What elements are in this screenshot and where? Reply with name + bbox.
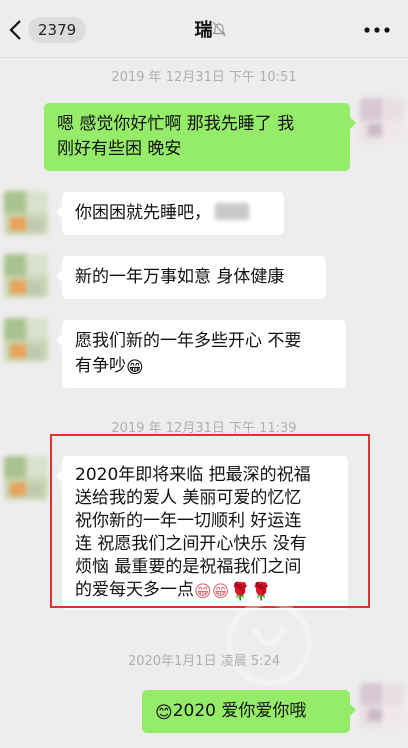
message-text: 2020 爱你爱你哦 — [172, 701, 307, 721]
avatar[interactable] — [4, 456, 48, 500]
bell-off-icon — [212, 21, 226, 37]
avatar[interactable] — [360, 98, 404, 142]
avatar[interactable] — [360, 683, 404, 727]
smile-emoji: 😊 — [155, 703, 173, 723]
message-text: 愿我们新的一年多些开心 不要 — [75, 331, 302, 351]
avatar[interactable] — [4, 254, 48, 298]
grin-emoji: 😁 — [126, 358, 144, 378]
more-horizontal-icon[interactable] — [364, 27, 390, 33]
message-text: 有争吵 — [75, 356, 126, 376]
message-timestamp: 2019 年 12月31日 下午 10:51 — [111, 70, 297, 85]
chat-header: 2379 瑞 — [0, 0, 408, 58]
message-text: 新的一年万事如意 身体健康 — [75, 267, 285, 287]
highlight-box — [50, 434, 370, 608]
message-timestamp: 2020年1月1日 凌晨 5:24 — [127, 654, 281, 669]
avatar[interactable] — [4, 191, 48, 235]
watermark-logo-icon — [226, 600, 312, 686]
message-text: 嗯 感觉你好忙啊 那我先睡了 我 — [57, 114, 295, 134]
message-bubble-incoming[interactable]: 你困困就先睡吧， — [56, 192, 284, 235]
message-bubble-incoming[interactable]: 新的一年万事如意 身体健康 — [56, 256, 326, 299]
message-bubble-outgoing[interactable]: 😊2020 爱你爱你哦 — [142, 690, 356, 733]
chat-title: 瑞 — [194, 20, 214, 41]
message-text: 你困困就先睡吧， — [75, 203, 211, 223]
message-text: 刚好有些困 晚安 — [57, 139, 182, 159]
message-bubble-incoming[interactable]: 愿我们新的一年多些开心 不要 有争吵😁 — [56, 320, 346, 388]
avatar[interactable] — [4, 318, 48, 362]
message-bubble-outgoing[interactable]: 嗯 感觉你好忙啊 那我先睡了 我 刚好有些困 晚安 — [44, 103, 356, 171]
redacted-name — [215, 203, 249, 220]
